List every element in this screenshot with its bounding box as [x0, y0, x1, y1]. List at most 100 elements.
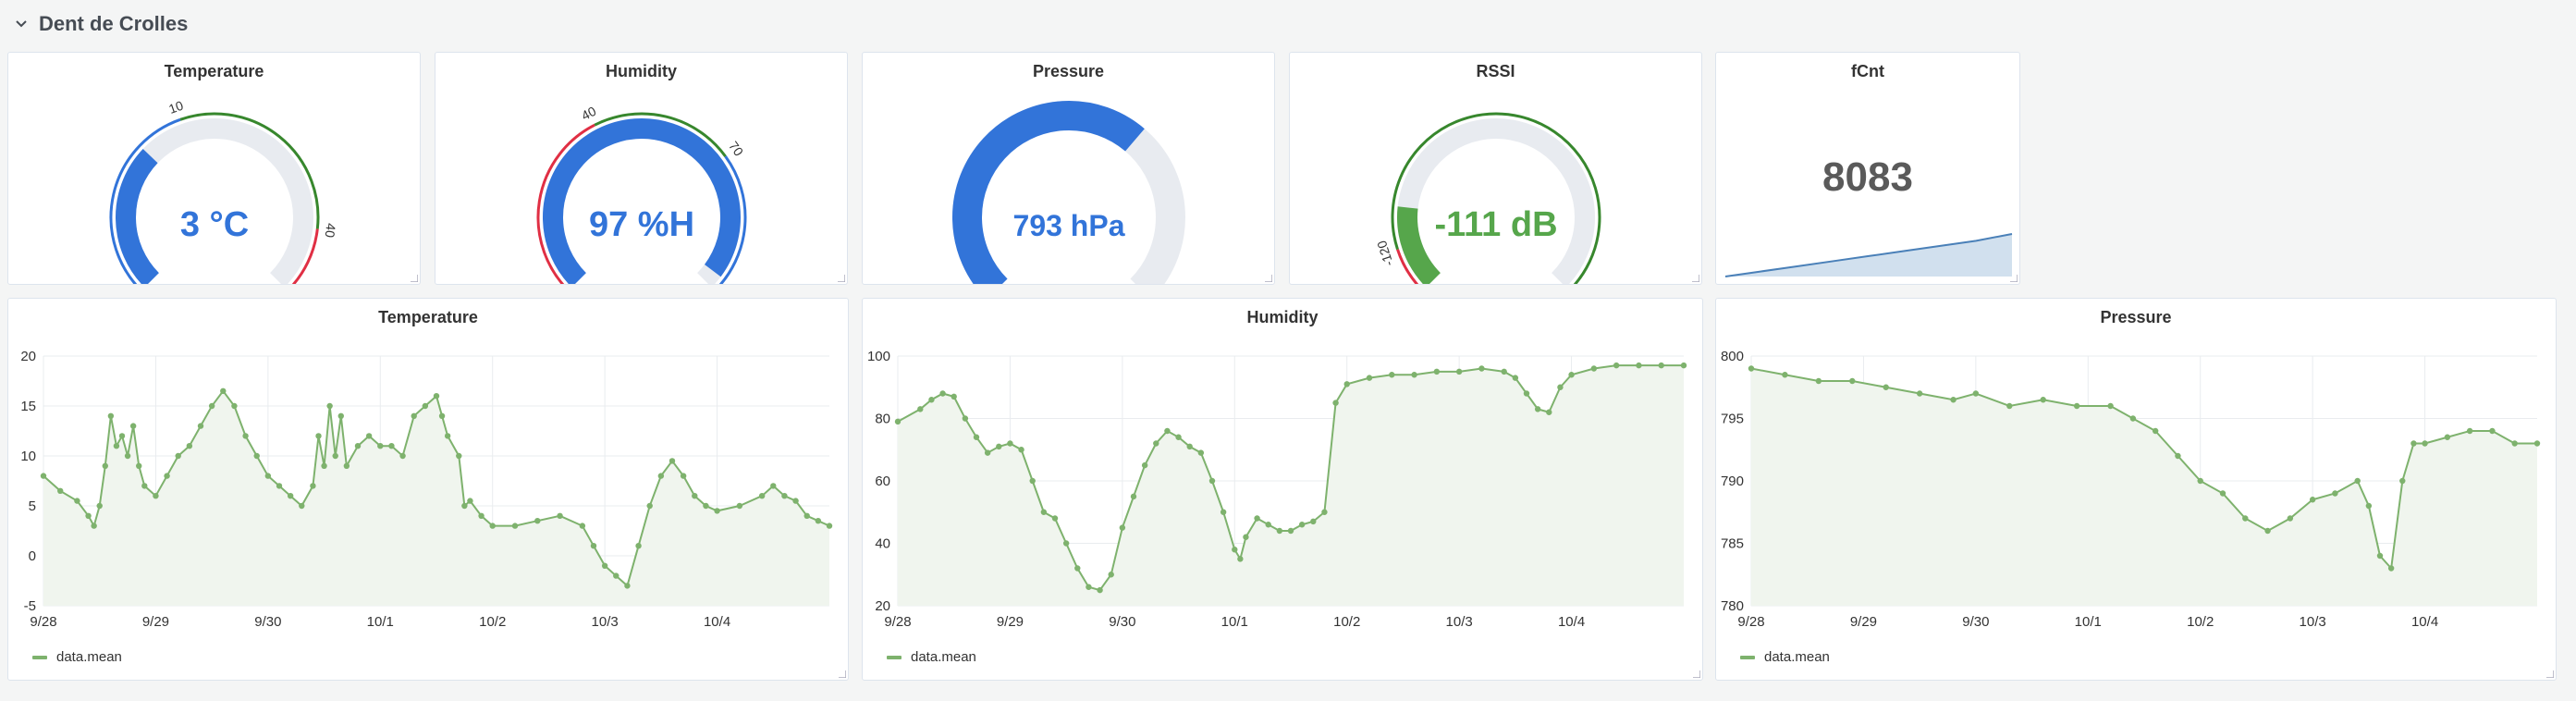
series-point: [2489, 427, 2496, 435]
series-point: [321, 462, 327, 469]
series-point: [287, 493, 294, 499]
y-tick-label: 5: [29, 498, 36, 514]
series-point: [2242, 515, 2249, 522]
series-point: [2175, 452, 2181, 460]
gauge-value: 97 %H: [589, 205, 694, 244]
resize-handle-icon[interactable]: [837, 669, 846, 678]
resize-handle-icon[interactable]: [2545, 669, 2554, 678]
graph-panel-temperature[interactable]: Temperature 20 15 10 5 0 -5 9/28 9/29 9/30 10/1 10…: [7, 298, 849, 681]
series-point: [2040, 397, 2046, 403]
series-point: [590, 543, 597, 549]
series-point: [1815, 377, 1822, 385]
legend-swatch: [887, 655, 902, 659]
series-point: [444, 433, 451, 439]
x-tick-label: 10/4: [1558, 614, 1585, 630]
gauge-panel-rssi[interactable]: RSSI -130-120-30-111 dB: [1289, 52, 1702, 285]
series-point: [113, 443, 120, 449]
x-tick-label: 9/29: [1850, 614, 1877, 630]
series-point: [1411, 372, 1417, 378]
series-point: [2264, 527, 2271, 535]
gauge-humidity: 0407010097 %H: [536, 104, 747, 284]
series-point: [1186, 443, 1193, 450]
x-tick-label: 10/4: [2411, 614, 2438, 630]
series-point: [692, 493, 698, 499]
gauge-panel-temperature[interactable]: Temperature -201040503 °C: [7, 52, 421, 285]
series-point: [2410, 440, 2417, 447]
graph-humidity: 100 80 60 40 209/28 9/29 9/30 10/1 10/2 10/3 10/4: [867, 349, 1687, 630]
series-point: [276, 483, 283, 489]
chevron-down-icon[interactable]: [13, 16, 30, 32]
series-point: [264, 473, 272, 479]
legend-item[interactable]: data.mean: [1740, 649, 1830, 665]
gauge-panel-pressure[interactable]: Pressure 793 hPa: [862, 52, 1275, 285]
series-point: [1883, 384, 1889, 390]
graph-panel-humidity[interactable]: Humidity 100 80 60 40 20 9/28 9/29 9/30 10/1 10/2…: [862, 298, 1703, 681]
legend-label: data.mean: [56, 649, 122, 665]
series-point: [2444, 434, 2451, 440]
series-point: [1557, 384, 1564, 390]
x-tick-label: 9/29: [142, 614, 169, 630]
series-point: [2365, 502, 2373, 510]
x-tick-label: 9/29: [997, 614, 1024, 630]
series-point: [40, 473, 47, 479]
y-tick-label: 80: [875, 412, 890, 427]
series-point: [1074, 565, 1081, 572]
row-header[interactable]: Dent de Crolles: [13, 7, 188, 41]
series-point: [1220, 509, 1227, 515]
series-point: [1478, 365, 1485, 372]
series-point: [1748, 365, 1755, 372]
series-point: [1051, 515, 1059, 522]
series-point: [1287, 527, 1294, 535]
series-point: [1433, 368, 1441, 375]
x-tick-label: 9/30: [1962, 614, 1989, 630]
graph-temperature: 20 15 10 5 0 -59/28 9/29 9/30 10/1 10/2 10/3 10/4: [20, 349, 833, 630]
y-tick-label: 790: [1721, 473, 1744, 489]
series-point: [467, 498, 473, 504]
series-point: [2533, 440, 2541, 447]
series-point: [1680, 362, 1687, 369]
series-point: [894, 418, 902, 425]
series-point: [1613, 362, 1620, 369]
series-point: [962, 415, 969, 422]
series-area: [898, 365, 1684, 606]
legend-item[interactable]: data.mean: [32, 649, 122, 665]
series-area: [43, 390, 829, 606]
resize-handle-icon[interactable]: [1690, 273, 1699, 282]
series-point: [714, 508, 720, 514]
resize-handle-icon[interactable]: [1263, 273, 1272, 282]
gauge-value-arc: [116, 149, 160, 284]
series-point: [2511, 440, 2518, 447]
row-title: Dent de Crolles: [39, 12, 189, 35]
series-point: [315, 433, 322, 439]
series-point: [1849, 377, 1856, 385]
resize-handle-icon[interactable]: [836, 273, 845, 282]
y-tick-label: 40: [875, 536, 890, 552]
series-point: [1007, 440, 1013, 447]
series-point: [792, 498, 799, 504]
series-point: [1254, 515, 1260, 522]
gauge-tick-label: 40: [323, 223, 339, 239]
series-point: [164, 473, 170, 479]
series-point: [1972, 390, 1980, 397]
series-point: [220, 387, 227, 394]
series-point: [928, 397, 935, 403]
series-point: [2422, 440, 2428, 447]
gauge-value-arc: [952, 101, 1145, 284]
legend-item[interactable]: data.mean: [887, 649, 976, 665]
stat-panel-fcnt[interactable]: fCnt 8083: [1715, 52, 2020, 285]
series-point: [456, 452, 462, 460]
series-point: [2152, 427, 2159, 435]
series-point: [1108, 572, 1114, 578]
series-area: [1751, 368, 2537, 606]
resize-handle-icon[interactable]: [2008, 273, 2018, 282]
y-tick-label: 20: [875, 598, 890, 614]
gauge-track: [116, 118, 313, 284]
series-point: [1501, 368, 1507, 375]
series-point: [1237, 556, 1244, 562]
gauge-panel-humidity[interactable]: Humidity 0407010097 %H: [435, 52, 848, 285]
resize-handle-icon[interactable]: [409, 273, 418, 282]
series-point: [175, 452, 181, 460]
resize-handle-icon[interactable]: [1691, 669, 1700, 678]
series-point: [1141, 461, 1148, 469]
graph-panel-pressure[interactable]: Pressure 800 795 790 785 780 9/28 9/29 9/30 10/1…: [1715, 298, 2557, 681]
